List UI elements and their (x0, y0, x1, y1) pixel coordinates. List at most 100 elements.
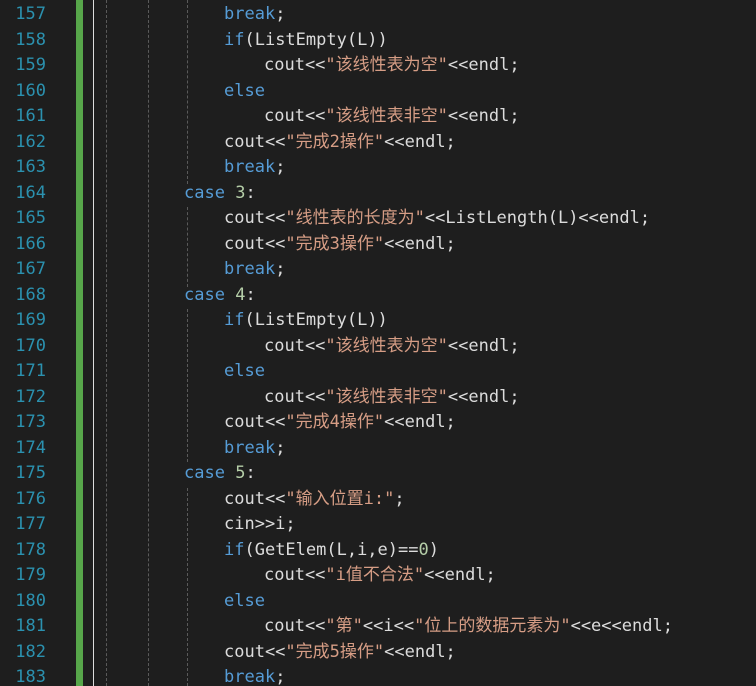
code-token: ; (394, 488, 405, 509)
indent-guide (106, 0, 107, 686)
string-token: "完成5操作" (285, 641, 385, 662)
string-token: "位上的数据元素为" (414, 616, 571, 636)
code-token: (ListEmpty(L)) (244, 29, 388, 50)
line-number: 174 (15, 437, 46, 458)
line-number: 161 (15, 106, 46, 126)
code-line[interactable]: cout<<"输入位置i:"; (224, 487, 405, 512)
line-number: 182 (15, 641, 46, 662)
indent-guide (187, 309, 188, 462)
code-token: <<endl; (384, 412, 456, 432)
code-token: <<ListLength(L)<<endl; (424, 208, 651, 228)
code-line[interactable]: cout<<"该线性表非空"<<endl; (264, 104, 520, 129)
code-token: : (245, 284, 256, 305)
number-token: 3 (235, 182, 246, 203)
string-token: "输入位置i:" (285, 488, 395, 509)
code-line[interactable]: if(ListEmpty(L)) (224, 308, 388, 333)
code-token: <<endl; (384, 131, 456, 152)
line-number: 162 (15, 131, 46, 152)
line-number: 180 (15, 590, 46, 611)
line-number: 163 (15, 157, 46, 177)
line-number: 164 (15, 182, 46, 203)
keyword-token: break (224, 157, 276, 177)
editor-margin-line (93, 0, 94, 686)
code-line[interactable]: cout<<"完成4操作"<<endl; (224, 410, 456, 435)
string-token: "i值不合法" (325, 565, 425, 585)
code-token: cout<< (264, 55, 326, 75)
code-line[interactable]: else (224, 79, 265, 104)
code-editor[interactable]: 157 158 159 160 161 162 163 164 165 166 167 168 169 1… (0, 0, 756, 686)
code-token: ; (275, 4, 286, 24)
code-line[interactable]: cout<<"线性表的长度为"<<ListLength(L)<<endl; (224, 206, 650, 231)
keyword-token: else (224, 80, 265, 101)
string-token: "完成3操作" (285, 233, 385, 254)
code-token: <<endl; (384, 641, 456, 662)
line-number: 157 (15, 4, 46, 24)
code-token: (ListEmpty(L)) (244, 310, 388, 330)
line-number: 176 (15, 488, 46, 509)
line-number: 183 (15, 667, 46, 686)
code-line[interactable]: cout<<"该线性表非空"<<endl; (264, 385, 520, 410)
number-token: 0 (418, 539, 429, 560)
code-line[interactable]: if(GetElem(L,i,e)==0) (224, 538, 439, 563)
line-number: 178 (15, 539, 46, 560)
code-line[interactable]: break; (224, 2, 285, 27)
code-line[interactable]: cin>>i; (224, 512, 296, 537)
number-token: 5 (235, 463, 246, 483)
line-number: 165 (15, 208, 46, 228)
line-number: 166 (15, 233, 46, 254)
code-token: cout<< (224, 488, 286, 509)
code-token: ; (275, 259, 286, 279)
code-line[interactable]: cout<<"该线性表为空"<<endl; (264, 53, 520, 78)
code-line[interactable]: break; (224, 436, 285, 461)
line-number: 181 (15, 616, 46, 636)
code-line[interactable]: else (224, 589, 265, 614)
code-token: ) (428, 539, 439, 560)
string-token: "该线性表为空" (325, 335, 448, 356)
code-line[interactable]: case 3: (184, 181, 256, 206)
code-line[interactable]: cout<<"第"<<i<<"位上的数据元素为"<<e<<endl; (264, 614, 673, 639)
line-number: 167 (15, 259, 46, 279)
line-number: 159 (15, 55, 46, 75)
code-token: cout<< (264, 386, 326, 407)
line-number: 169 (15, 310, 46, 330)
code-line[interactable]: break; (224, 155, 285, 180)
code-token: ; (275, 157, 286, 177)
code-line[interactable]: break; (224, 665, 285, 686)
code-line[interactable]: cout<<"完成2操作"<<endl; (224, 130, 456, 155)
code-token: cout<< (224, 233, 286, 254)
code-token: : (245, 182, 256, 203)
keyword-token: break (224, 437, 276, 458)
code-token: ; (275, 437, 286, 458)
line-number: 177 (15, 514, 46, 534)
code-token: (GetElem(L,i,e)== (244, 539, 419, 560)
code-token: <<endl; (424, 565, 496, 585)
code-token: cout<< (264, 565, 326, 585)
line-number: 158 (15, 29, 46, 50)
code-token: <<endl; (384, 233, 456, 254)
code-token: <<i<< (362, 616, 415, 636)
indent-guide (187, 207, 188, 287)
code-token: <<endl; (447, 335, 520, 356)
code-area[interactable]: break; if(ListEmpty(L)) cout<<"该线性表为空"<<en… (96, 0, 756, 686)
keyword-token: if (224, 29, 245, 50)
code-line[interactable]: cout<<"完成3操作"<<endl; (224, 232, 456, 257)
code-line[interactable]: if(ListEmpty(L)) (224, 28, 388, 53)
code-token: cout<< (224, 641, 286, 662)
code-line[interactable]: case 4: (184, 283, 256, 308)
code-line[interactable]: cout<<"i值不合法"<<endl; (264, 563, 496, 588)
keyword-token: case (184, 463, 225, 483)
code-token: <<endl; (447, 386, 520, 407)
code-token: <<e<<endl; (570, 616, 673, 636)
code-line[interactable]: else (224, 359, 265, 384)
keyword-token: break (224, 259, 276, 279)
code-line[interactable]: break; (224, 257, 285, 282)
code-token: <<endl; (447, 106, 520, 126)
indent-guide (187, 488, 188, 686)
keyword-token: break (224, 4, 276, 24)
code-line[interactable]: cout<<"完成5操作"<<endl; (224, 640, 456, 665)
code-line[interactable]: cout<<"该线性表为空"<<endl; (264, 334, 520, 359)
code-token: cin>>i; (224, 514, 296, 534)
keyword-token: if (224, 539, 245, 560)
code-line[interactable]: case 5: (184, 461, 256, 486)
